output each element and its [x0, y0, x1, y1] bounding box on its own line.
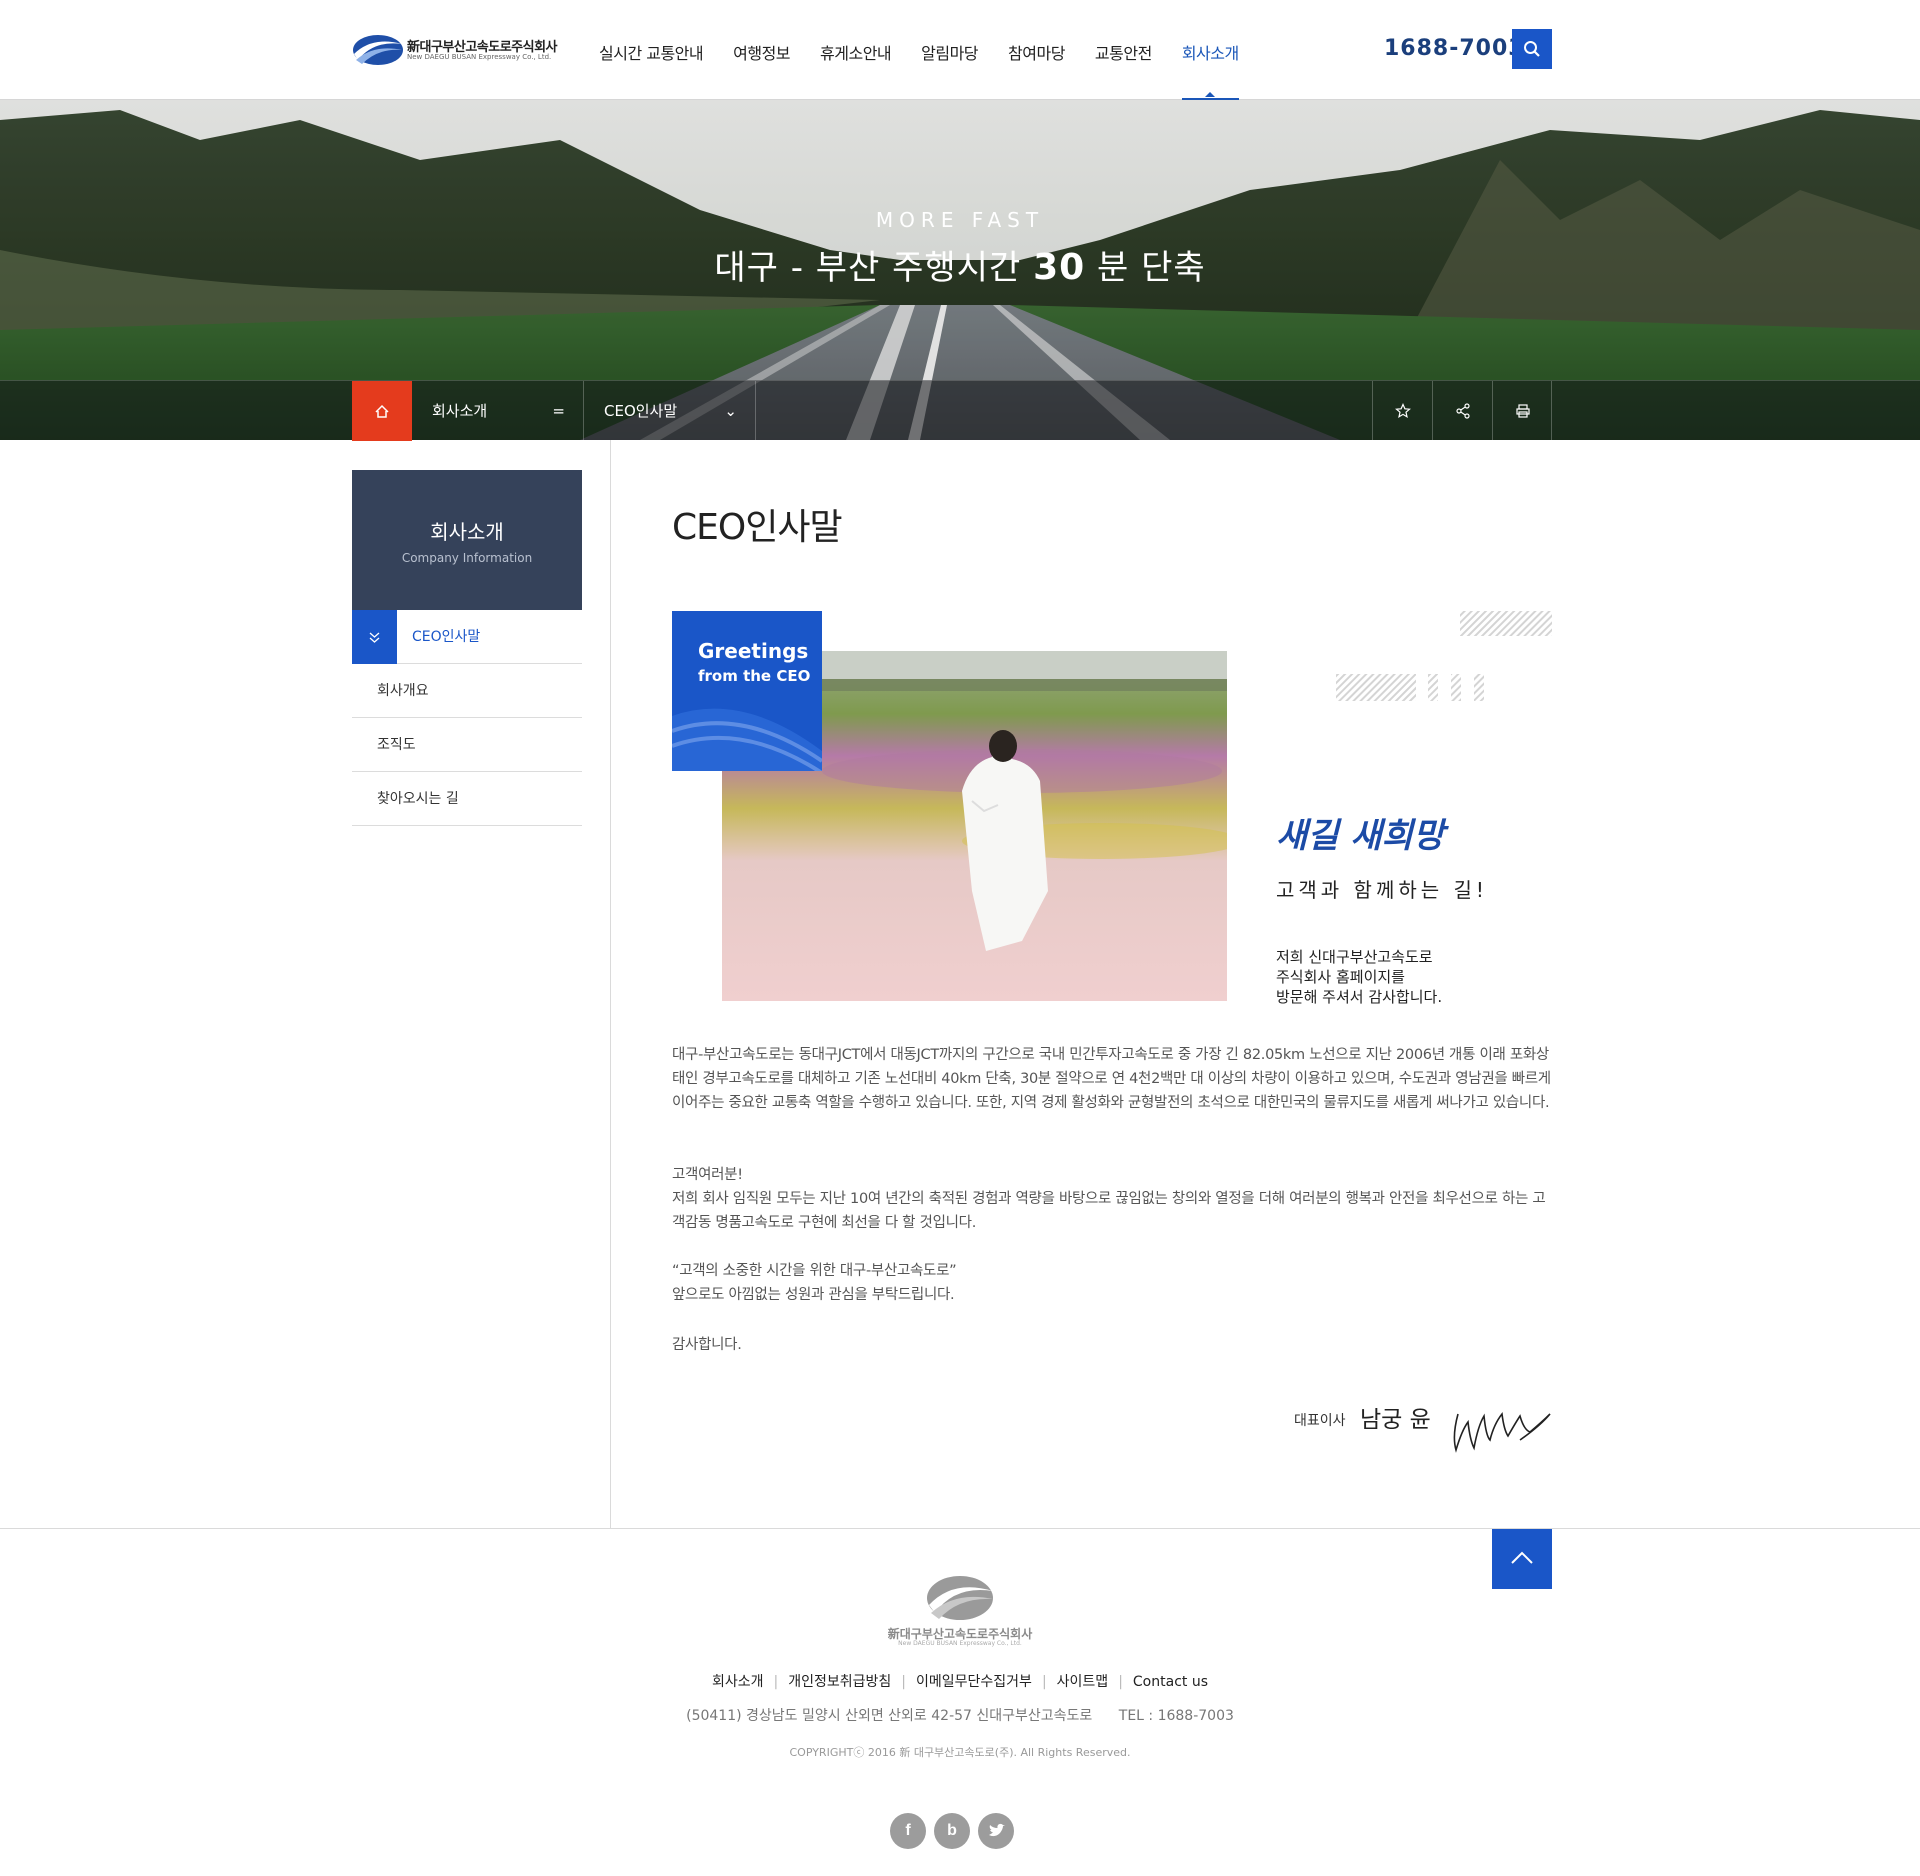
sidebar-header: 회사소개 Company Information — [352, 470, 582, 610]
footer-logo-english: New DAEGU BUSAN Expressway Co., Ltd. — [898, 1640, 1022, 1647]
hero-title-suffix: 분 단축 — [1097, 248, 1206, 288]
welcome-message-line: 방문해 주셔서 감사합니다. — [1276, 988, 1443, 1006]
greetings-subtitle: from the CEO — [698, 667, 811, 685]
footer-address: (50411) 경상남도 밀양시 산외면 산외로 42-57 신대구부산고속도로 — [686, 1708, 1093, 1724]
menu-lines-icon: = — [552, 402, 565, 420]
scroll-top-button[interactable] — [1492, 1529, 1552, 1589]
home-button[interactable] — [352, 381, 412, 441]
footer-copyright: COPYRIGHTⓒ 2016 新 대구부산고속도로(주). All Right… — [789, 1746, 1131, 1759]
sidebar-item-label: 회사개요 — [377, 683, 429, 699]
print-icon — [1516, 404, 1530, 418]
content-divider — [610, 440, 611, 1528]
hero-title-prefix: 대구 - 부산 주행시간 — [714, 248, 1022, 288]
search-button[interactable] — [1512, 29, 1552, 69]
sidebar-item-label: CEO인사말 — [412, 629, 481, 645]
sidebar-title: 회사소개 — [430, 520, 504, 544]
sidebar-item-ceo-greeting[interactable]: CEO인사말 — [352, 610, 582, 664]
chevron-down-icon: ⌄ — [724, 402, 737, 420]
nav-traffic-safety[interactable]: 교통안전 — [1080, 0, 1167, 100]
footer-link-privacy[interactable]: 개인정보취급방침 — [788, 1674, 891, 1690]
footer-links: 회사소개 | 개인정보취급방침 | 이메일무단수집거부 | 사이트맵 | Contact us — [0, 1671, 1920, 1691]
footer-logo-swoosh-icon — [927, 1576, 993, 1620]
home-icon — [375, 404, 389, 418]
greeting-paragraph-pledge: 저희 회사 임직원 모두는 지난 10여 년간의 축적된 경험과 역량을 바탕으… — [672, 1191, 1546, 1231]
greeting-quote: “고객의 소중한 시간을 위한 대구-부산고속도로” — [672, 1263, 957, 1279]
site-footer: 新대구부산고속도로주식회사 New DAEGU BUSAN Expressway… — [0, 1528, 1920, 1876]
sidebar-menu: CEO인사말 회사개요 조직도 찾아오시는 길 — [352, 610, 582, 826]
nav-travel-info[interactable]: 여행정보 — [718, 0, 805, 100]
breadcrumb-depth2-label: CEO인사말 — [604, 402, 678, 420]
greeting-thanks: 감사합니다. — [672, 1337, 742, 1353]
header-phone-number: 1688-7003 — [1384, 36, 1525, 61]
footer-address-line: (50411) 경상남도 밀양시 산외면 산외로 42-57 신대구부산고속도로… — [0, 1705, 1920, 1725]
nav-realtime-traffic[interactable]: 실시간 교통안내 — [584, 0, 718, 100]
nav-company[interactable]: 회사소개 — [1167, 0, 1254, 101]
ceo-name: 남궁 윤 — [1360, 1407, 1431, 1433]
main-navigation: 실시간 교통안내 여행정보 휴게소안내 알림마당 참여마당 교통안전 회사소개 — [584, 0, 1254, 101]
breadcrumb-depth2-dropdown[interactable]: CEO인사말 ⌄ — [584, 381, 756, 441]
site-logo[interactable]: 新대구부산고속도로주식회사 New DAEGU BUSAN Expressway… — [352, 32, 568, 70]
nav-participation[interactable]: 참여마당 — [993, 0, 1080, 100]
nav-notice[interactable]: 알림마당 — [906, 0, 993, 100]
sidebar-item-overview[interactable]: 회사개요 — [352, 664, 582, 718]
star-icon — [1395, 403, 1411, 419]
footer-link-company[interactable]: 회사소개 — [712, 1674, 764, 1690]
sidebar-item-directions[interactable]: 찾아오시는 길 — [352, 772, 582, 826]
footer-link-separator: | — [901, 1674, 907, 1690]
logo-english-name: New DAEGU BUSAN Expressway Co., Ltd. — [407, 53, 552, 61]
search-icon — [1524, 41, 1540, 57]
slogan: 새길 새희망 — [1276, 816, 1445, 856]
page-title: CEO인사말 — [672, 507, 843, 548]
sidebar-item-label: 조직도 — [377, 737, 416, 753]
greetings-title: Greetings — [698, 639, 809, 663]
site-header: 新대구부산고속도로주식회사 New DAEGU BUSAN Expressway… — [0, 0, 1920, 101]
location-bar: 회사소개 = CEO인사말 ⌄ — [0, 380, 1920, 441]
hatch-pattern-decoration — [1336, 611, 1552, 701]
share-icon — [1456, 403, 1470, 419]
footer-link-separator: | — [1118, 1674, 1123, 1690]
breadcrumb-depth1-label: 회사소개 — [432, 402, 488, 420]
greeting-paragraph-intro: 대구-부산고속도로는 동대구JCT에서 대동JCT까지의 구간으로 국내 민간투… — [672, 1047, 1551, 1111]
greetings-badge: Greetings from the CEO — [672, 611, 822, 771]
footer-link-separator: | — [773, 1674, 779, 1690]
hero-title-number: 30 — [1033, 247, 1086, 288]
sidebar-subtitle: Company Information — [401, 551, 533, 565]
footer-tel: TEL : 1688-7003 — [1118, 1708, 1234, 1724]
hero-title: 대구 - 부산 주행시간 30 분 단축 — [0, 240, 1920, 289]
double-chevron-down-icon — [352, 610, 397, 664]
sidebar-item-label: 찾아오시는 길 — [377, 791, 459, 807]
print-button[interactable] — [1492, 381, 1552, 441]
greeting-paragraph-address: 고객여러분! — [672, 1167, 743, 1183]
breadcrumb-depth1-dropdown[interactable]: 회사소개 = — [412, 381, 584, 441]
facebook-icon[interactable]: f — [890, 1813, 926, 1849]
welcome-message-line: 저희 신대구부산고속도로 — [1276, 948, 1433, 966]
footer-link-contact[interactable]: Contact us — [1133, 1674, 1208, 1690]
blog-icon[interactable]: b — [934, 1813, 970, 1849]
bookmark-button[interactable] — [1372, 381, 1432, 441]
greeting-request: 앞으로도 아낌없는 성원과 관심을 부탁드립니다. — [672, 1287, 955, 1303]
sidebar-item-organization[interactable]: 조직도 — [352, 718, 582, 772]
welcome-message-line: 주식회사 홈페이지를 — [1276, 968, 1405, 986]
hero-subtitle: MORE FAST — [875, 208, 1045, 232]
logo-swoosh-icon — [353, 35, 403, 65]
footer-link-sitemap[interactable]: 사이트맵 — [1057, 1674, 1109, 1690]
footer-link-email-refusal[interactable]: 이메일무단수집거부 — [916, 1674, 1032, 1690]
tagline: 고객과 함께하는 길! — [1276, 878, 1488, 902]
footer-sns: f b t — [890, 1813, 1030, 1851]
nav-rest-area[interactable]: 휴게소안내 — [805, 0, 906, 100]
footer-link-separator: | — [1041, 1674, 1047, 1690]
ceo-position: 대표이사 — [1294, 1413, 1346, 1429]
ceo-signature-block: 대표이사 남궁 윤 — [1294, 1396, 1552, 1456]
chevron-up-icon — [1511, 1551, 1533, 1564]
twitter-icon[interactable]: t — [978, 1813, 1014, 1849]
share-button[interactable] — [1432, 381, 1492, 441]
footer-logo: 新대구부산고속도로주식회사 New DAEGU BUSAN Expressway… — [860, 1573, 1060, 1647]
ceo-signature — [1453, 1412, 1551, 1453]
